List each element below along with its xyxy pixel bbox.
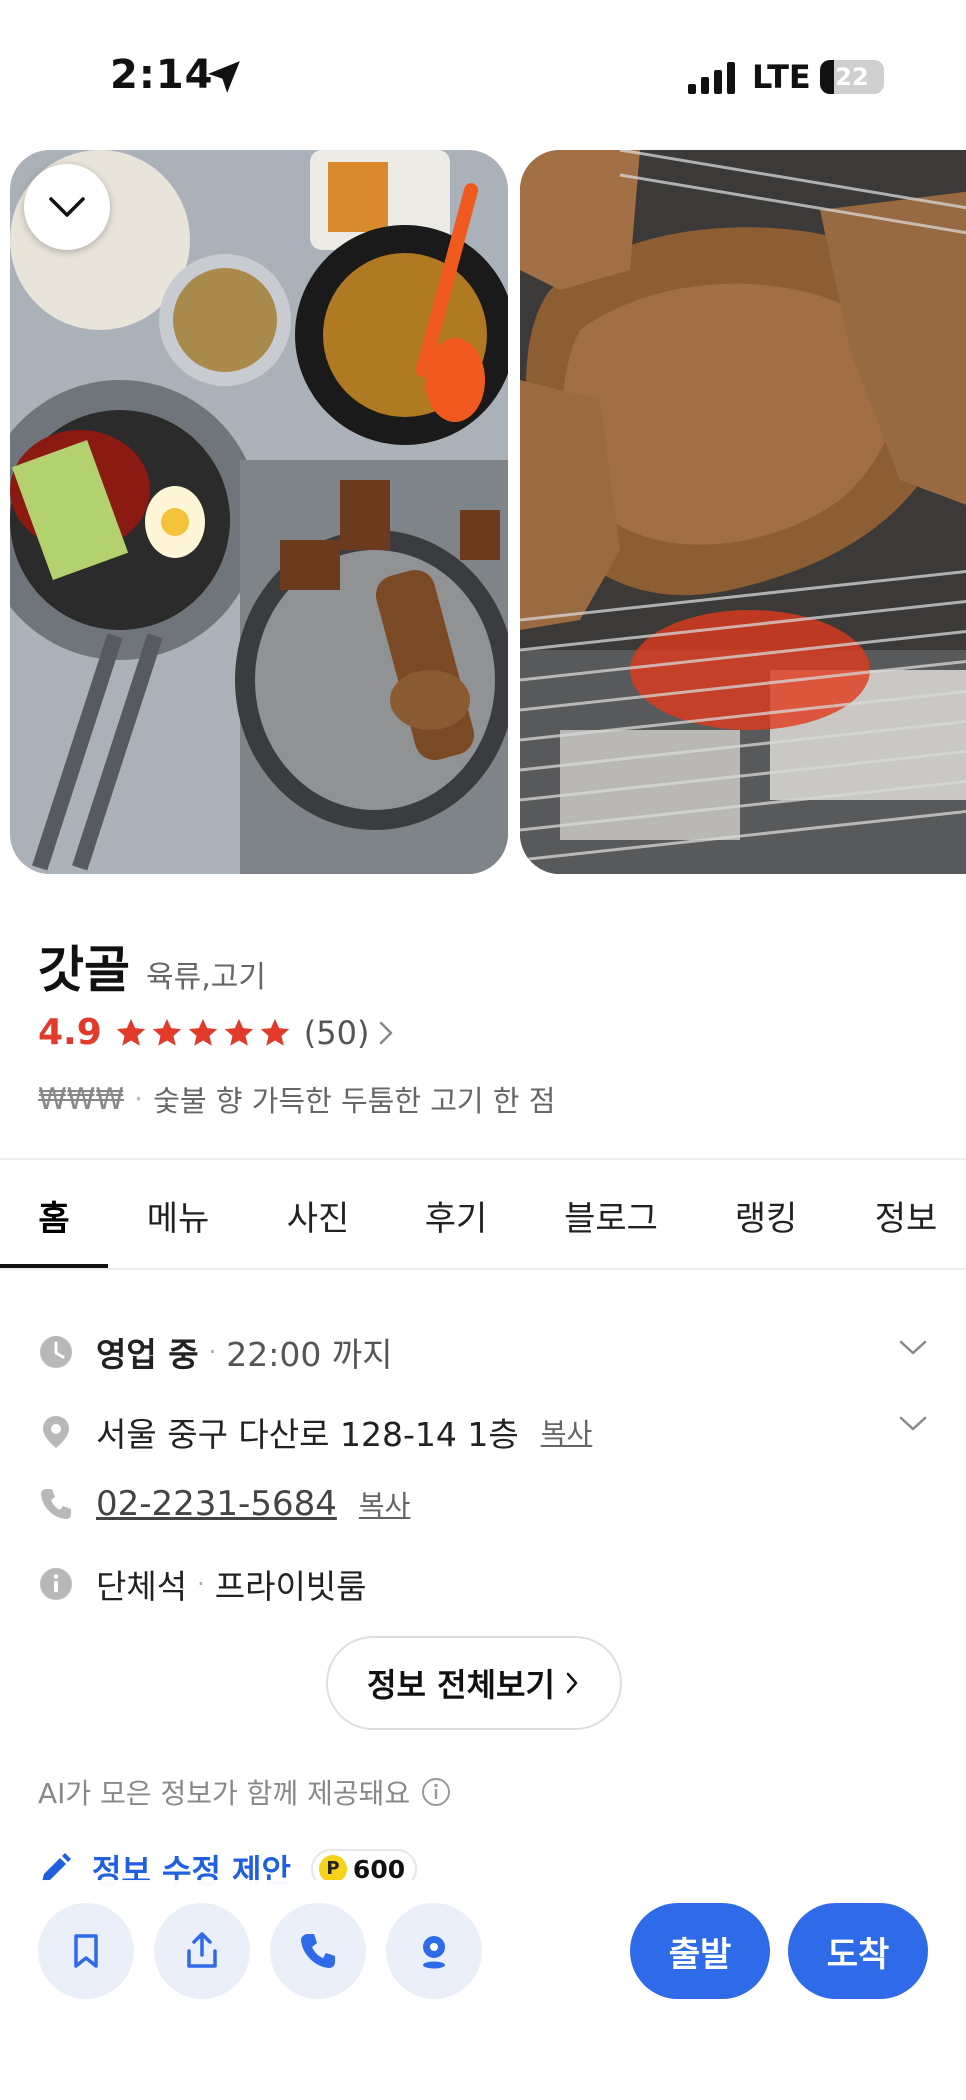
ai-info-text: AI가 모은 정보가 함께 제공돼요: [38, 1777, 411, 1810]
photo-grill-image: [520, 150, 966, 874]
status-time: 2:14: [110, 52, 214, 98]
address-row[interactable]: 서울 중구 다산로 128-14 1층 복사: [38, 1408, 592, 1456]
bookmark-icon: [74, 1934, 98, 1968]
hours-until: 22:00 까지: [226, 1335, 393, 1374]
battery-indicator: 22: [820, 60, 884, 94]
photo-table-overview[interactable]: [10, 150, 508, 874]
star-icon: [188, 1018, 217, 1046]
view-all-info-button[interactable]: 정보 전체보기: [326, 1636, 622, 1730]
facility-private-room: 프라이빗룸: [214, 1567, 367, 1606]
tab-ranking[interactable]: 랭킹: [718, 1160, 814, 1270]
call-button[interactable]: [270, 1903, 366, 1999]
place-category: 육류,고기: [146, 960, 266, 995]
chevron-down-icon[interactable]: [898, 1414, 928, 1434]
photo-table-image: [10, 150, 508, 874]
place-tagline: 숯불 향 가득한 두툼한 고기 한 점: [153, 1084, 556, 1118]
price-level: ₩₩₩: [38, 1082, 125, 1116]
star-icon: [224, 1018, 253, 1046]
tab-home[interactable]: 홈: [0, 1160, 108, 1270]
photo-grilled-meat[interactable]: [520, 150, 966, 874]
tab-menu[interactable]: 메뉴: [130, 1160, 226, 1270]
share-icon: [187, 1932, 217, 1968]
star-icon: [260, 1018, 289, 1046]
location-arrow-icon: [208, 61, 240, 93]
facilities-row: 단체석 · 프라이빗룸: [38, 1560, 367, 1608]
share-button[interactable]: [154, 1903, 250, 1999]
copy-phone-button[interactable]: 복사: [359, 1484, 411, 1524]
separator-dot: ·: [134, 1082, 144, 1116]
tab-bar: 홈 메뉴 사진 후기 블로그 랭킹 정보: [0, 1160, 966, 1272]
divider: [0, 1268, 966, 1270]
separator-dot: ·: [208, 1338, 217, 1366]
status-bar: 2:14 LTE 22: [0, 0, 966, 150]
phone-row: 02-2231-5684 복사: [38, 1484, 410, 1524]
tab-reviews[interactable]: 후기: [408, 1160, 504, 1270]
view-all-info-label: 정보 전체보기: [367, 1666, 555, 1704]
depart-button[interactable]: 출발: [630, 1903, 770, 1999]
chevron-down-icon[interactable]: [898, 1338, 928, 1358]
tab-info[interactable]: 정보: [858, 1160, 954, 1270]
review-count[interactable]: (50): [304, 1014, 370, 1052]
rating-row[interactable]: 4.9 (50): [38, 1012, 397, 1053]
place-title-row: 갓골 육류,고기: [38, 930, 266, 1002]
star-icon: [152, 1018, 181, 1046]
clock-icon: [40, 1336, 72, 1368]
ai-info-note: AI가 모은 정보가 함께 제공돼요: [38, 1772, 452, 1812]
hours-row[interactable]: 영업 중 · 22:00 까지: [38, 1328, 393, 1376]
phone-icon: [41, 1489, 71, 1519]
network-type: LTE: [752, 58, 811, 96]
tab-blog[interactable]: 블로그: [550, 1160, 672, 1270]
facility-group-seating: 단체석: [96, 1567, 188, 1606]
tagline-row: ₩₩₩ · 숯불 향 가득한 두툼한 고기 한 점: [38, 1078, 555, 1120]
chevron-down-icon: [49, 197, 85, 217]
map-pin-icon: [43, 1416, 69, 1448]
tab-photos[interactable]: 사진: [270, 1160, 366, 1270]
arrive-button[interactable]: 도착: [788, 1903, 928, 1999]
info-circle-icon[interactable]: [420, 1776, 452, 1808]
rating-score: 4.9: [38, 1012, 102, 1053]
star-icon: [116, 1018, 145, 1046]
point-coin-icon: P: [318, 1855, 347, 1883]
street-view-icon: [423, 1936, 445, 1969]
street-view-button[interactable]: [386, 1903, 482, 1999]
collapse-photos-button[interactable]: [24, 164, 110, 250]
separator-dot: ·: [197, 1570, 205, 1598]
battery-level: 22: [835, 63, 869, 91]
bookmark-button[interactable]: [38, 1903, 134, 1999]
hours-status: 영업 중: [96, 1335, 199, 1374]
star-rating: [114, 1016, 292, 1050]
chevron-right-icon: [380, 1021, 393, 1044]
copy-address-button[interactable]: 복사: [541, 1412, 593, 1452]
signal-icon: [688, 62, 735, 94]
chevron-right-icon: [566, 1672, 578, 1694]
phone-number-link[interactable]: 02-2231-5684: [96, 1484, 337, 1524]
call-icon: [301, 1934, 335, 1968]
info-icon: [40, 1568, 72, 1600]
address-text: 서울 중구 다산로 128-14 1층: [96, 1415, 519, 1454]
place-name: 갓골: [38, 941, 130, 999]
